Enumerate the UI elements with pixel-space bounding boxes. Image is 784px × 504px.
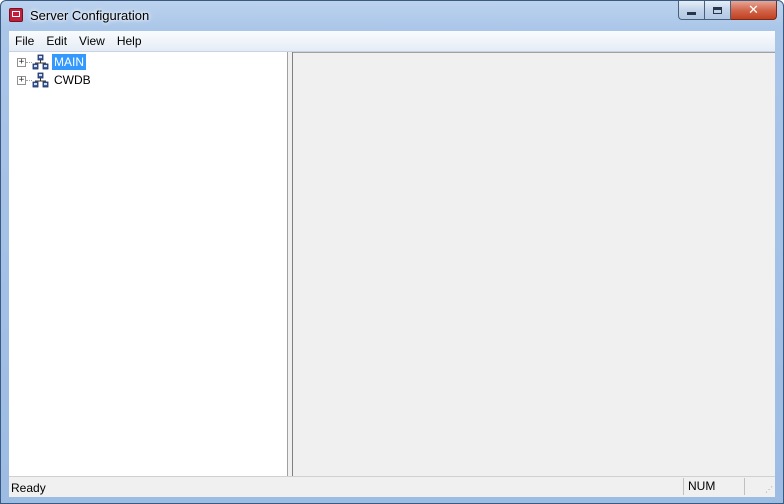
client-area: + MAIN + CWDB bbox=[9, 52, 775, 477]
menu-bar: File Edit View Help bbox=[9, 31, 775, 52]
maximize-icon bbox=[713, 6, 722, 14]
maximize-button[interactable] bbox=[705, 1, 731, 20]
status-text: Ready bbox=[11, 481, 46, 495]
caption-buttons: ✕ bbox=[678, 1, 777, 21]
menu-help[interactable]: Help bbox=[111, 34, 148, 48]
menu-view[interactable]: View bbox=[73, 34, 111, 48]
status-bar: Ready NUM ⋰ bbox=[9, 476, 775, 497]
close-icon: ✕ bbox=[748, 2, 759, 17]
app-icon[interactable] bbox=[9, 8, 23, 22]
details-pane[interactable] bbox=[293, 52, 775, 477]
resize-grip-icon[interactable]: ⋰ bbox=[763, 485, 773, 495]
server-group-icon bbox=[32, 72, 49, 88]
num-lock-indicator: NUM bbox=[683, 478, 745, 495]
menu-file[interactable]: File bbox=[9, 34, 40, 48]
main-window: Server Configuration ✕ File Edit View He… bbox=[0, 0, 784, 504]
expand-icon[interactable]: + bbox=[17, 76, 26, 85]
close-button[interactable]: ✕ bbox=[731, 1, 777, 20]
server-tree[interactable]: + MAIN + CWDB bbox=[9, 52, 288, 477]
expand-icon[interactable]: + bbox=[17, 58, 26, 67]
menu-edit[interactable]: Edit bbox=[40, 34, 73, 48]
tree-node-label[interactable]: MAIN bbox=[52, 54, 86, 70]
title-bar[interactable]: Server Configuration ✕ bbox=[1, 1, 783, 31]
server-group-icon bbox=[32, 54, 49, 70]
tree-node-label[interactable]: CWDB bbox=[52, 72, 93, 88]
minimize-button[interactable] bbox=[678, 1, 705, 20]
minimize-icon bbox=[687, 11, 696, 15]
window-title: Server Configuration bbox=[30, 8, 150, 23]
